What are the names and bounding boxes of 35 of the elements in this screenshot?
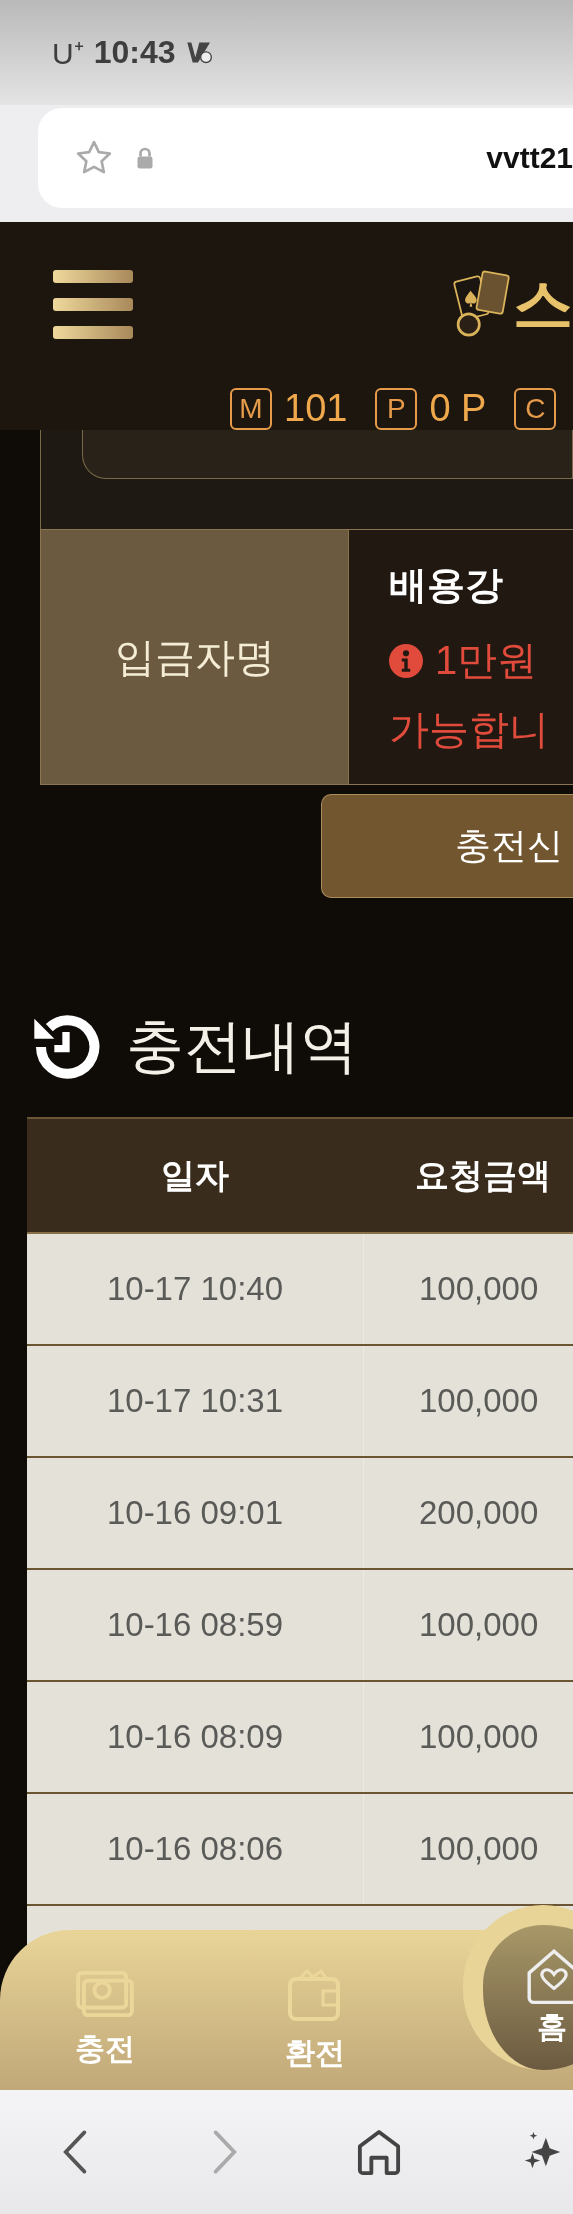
- balance-value: 101: [284, 387, 348, 430]
- info-icon: [389, 643, 423, 678]
- warning-text: 가능합니: [389, 706, 550, 753]
- table-cell: 10-16 08:59: [27, 1570, 364, 1680]
- table-cell-text: 100,000: [418, 1381, 540, 1421]
- table-cell: 10-16 08:06: [27, 1794, 364, 1904]
- address-bar[interactable]: vvtt21: [38, 107, 573, 208]
- menu-icon[interactable]: [53, 269, 133, 340]
- warning-text: 1만원: [435, 637, 538, 684]
- submit-button[interactable]: 충전신: [321, 794, 573, 898]
- table-cell-text: 200,000: [418, 1493, 540, 1533]
- depositor-name: 배용강: [389, 563, 504, 608]
- column-header: 요청금액: [414, 1154, 552, 1196]
- cash-icon: [76, 1970, 134, 2019]
- status-time: 10:43: [93, 34, 176, 71]
- table-cell-text: 100,000: [418, 1269, 540, 1309]
- carrier-label: U⁺: [52, 36, 84, 72]
- table-cell-text: 100,000: [418, 1829, 540, 1869]
- logo-text: 스: [513, 274, 573, 335]
- table-cell: 10-16 08:09: [27, 1682, 364, 1792]
- table-cell: 10-17 10:31: [27, 1346, 364, 1456]
- table-cell-text: 100,000: [418, 1717, 540, 1757]
- home-button[interactable]: 홈: [463, 1905, 573, 2070]
- home-icon[interactable]: [357, 2129, 402, 2175]
- network-icon: [185, 41, 214, 64]
- balance-value: 0 P: [429, 387, 487, 430]
- table-cell: 10-17 10:40: [27, 1234, 364, 1344]
- depositor-label: 입금자명: [41, 530, 349, 784]
- table-cell-text: 100,000: [418, 1605, 540, 1645]
- column-header: 일자: [160, 1154, 230, 1196]
- url-text: vvtt21: [486, 140, 573, 175]
- lock-icon: [136, 145, 154, 170]
- table-cell: 10-16 09:01: [27, 1458, 364, 1568]
- wallet-icon: [287, 1966, 343, 2023]
- section-title: 충전내역: [126, 1012, 358, 1080]
